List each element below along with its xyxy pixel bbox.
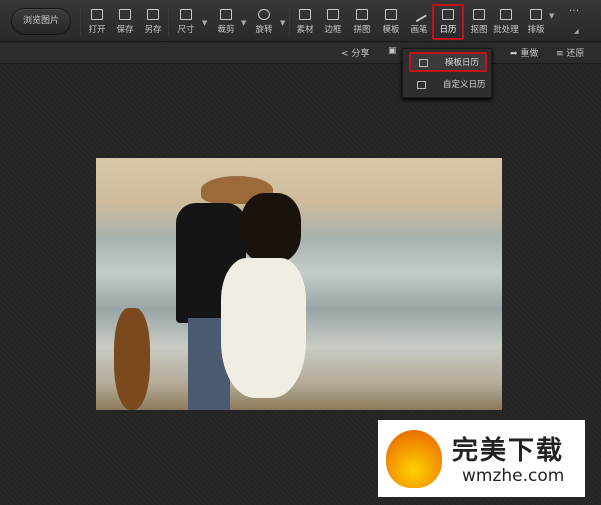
label: 尺寸: [177, 25, 195, 35]
save-as-button[interactable]: 另存: [139, 6, 167, 38]
resize-dropdown-icon[interactable]: ▼: [202, 19, 207, 27]
redo-button[interactable]: ➦ 重做: [510, 46, 538, 59]
label: 打开: [88, 25, 106, 35]
label: 抠图: [470, 25, 488, 35]
rotate-icon: [258, 9, 270, 20]
photo-canvas[interactable]: [96, 158, 502, 410]
watermark-title: 完美下载: [452, 436, 565, 466]
restore-icon: ≡: [556, 49, 564, 59]
watermark-logo: 完美下载 wmzhe.com: [378, 420, 585, 497]
crop-icon: [220, 9, 232, 20]
label: 保存: [116, 25, 134, 35]
browse-pictures-button[interactable]: 浏览图片: [11, 8, 71, 35]
open-icon: [91, 9, 103, 20]
template-icon: [385, 9, 397, 20]
label: 拼图: [353, 25, 371, 35]
label: 分享: [351, 49, 370, 59]
label: 旋转: [255, 25, 273, 35]
label: 重做: [520, 49, 539, 59]
label: 批处理: [493, 25, 519, 35]
calendar-icon: [442, 9, 454, 20]
label: 排版: [527, 25, 545, 35]
save-icon: [119, 9, 131, 20]
calendar-button[interactable]: 日历: [432, 4, 464, 40]
save-as-icon: [147, 9, 159, 20]
label: 模板日历: [445, 58, 480, 68]
label: 还原: [566, 49, 585, 59]
brush-button[interactable]: 画笔: [405, 6, 433, 38]
main-toolbar: 浏览图片 打开 保存 另存 尺寸 ▼ 裁剪 ▼ 旋转 ▼ 素材 边框 拼图 模板…: [0, 0, 601, 42]
secondary-toolbar: < 分享 ▣ ➦ 重做 ≡ 还原: [0, 43, 601, 64]
menu-item-template-calendar[interactable]: 模板日历: [409, 52, 487, 72]
expand-icon[interactable]: ◢: [574, 28, 579, 35]
guitar: [114, 308, 150, 410]
label: 边框: [324, 25, 342, 35]
compare-icon[interactable]: ▣: [388, 46, 397, 56]
white-dress: [221, 258, 306, 398]
label: 画笔: [410, 25, 428, 35]
restore-button[interactable]: ≡ 还原: [556, 46, 584, 59]
divider: [80, 6, 81, 36]
calendar-dropdown-menu: 模板日历 自定义日历: [402, 48, 492, 98]
label: 日历: [439, 25, 457, 35]
label: 素材: [296, 25, 314, 35]
label: 自定义日历: [443, 80, 486, 90]
label: 裁剪: [217, 25, 235, 35]
menu-item-custom-calendar[interactable]: 自定义日历: [409, 76, 487, 96]
batch-icon: [500, 9, 512, 20]
star-icon: [299, 9, 311, 20]
grid-icon: [356, 9, 368, 20]
watermark-url: wmzhe.com: [462, 466, 565, 486]
collage-button[interactable]: 拼图: [348, 6, 376, 38]
resize-button[interactable]: 尺寸: [172, 6, 200, 38]
layout-icon: [530, 9, 542, 20]
divider: [289, 6, 290, 36]
frame-icon: [327, 9, 339, 20]
share-icon: <: [341, 49, 349, 59]
material-button[interactable]: 素材: [291, 6, 319, 38]
template-calendar-icon: [419, 59, 428, 67]
border-button[interactable]: 边框: [319, 6, 347, 38]
open-button[interactable]: 打开: [83, 6, 111, 38]
save-button[interactable]: 保存: [111, 6, 139, 38]
custom-calendar-icon: [417, 81, 426, 89]
label: 另存: [144, 25, 162, 35]
flame-logo-icon: [386, 430, 442, 488]
divider: [168, 6, 169, 36]
resize-icon: [180, 9, 192, 20]
cutout-icon: [473, 9, 485, 20]
rotate-button[interactable]: 旋转: [250, 6, 278, 38]
template-button[interactable]: 模板: [377, 6, 405, 38]
rotate-dropdown-icon[interactable]: ▼: [280, 19, 285, 27]
share-button[interactable]: < 分享: [341, 46, 369, 59]
label: 模板: [382, 25, 400, 35]
crop-button[interactable]: 裁剪: [212, 6, 240, 38]
woman-hair: [241, 193, 301, 263]
batch-button[interactable]: 批处理: [490, 6, 522, 38]
redo-icon: ➦: [510, 49, 518, 59]
layout-button[interactable]: 排版: [522, 6, 550, 38]
brush-icon: [411, 6, 427, 23]
cutout-button[interactable]: 抠图: [465, 6, 493, 38]
crop-dropdown-icon[interactable]: ▼: [241, 19, 246, 27]
layout-dropdown-icon[interactable]: ▼: [549, 12, 554, 20]
